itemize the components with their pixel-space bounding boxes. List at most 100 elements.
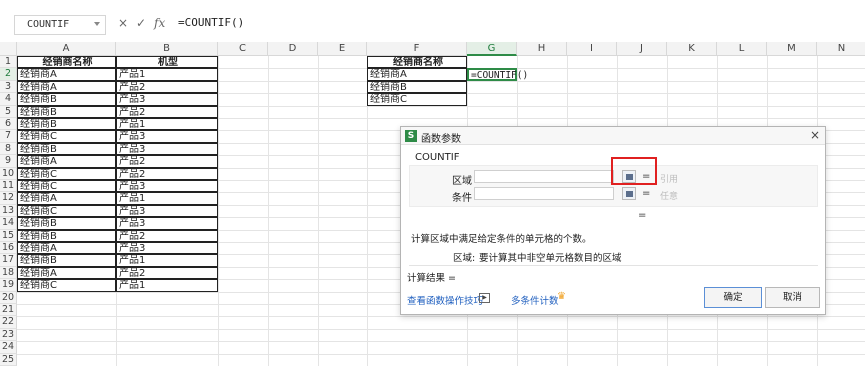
dealer-cell[interactable]: 经销商B — [17, 217, 116, 230]
model-cell[interactable]: 产品1 — [116, 279, 218, 292]
column-header-k[interactable]: K — [667, 42, 717, 56]
row-header-3[interactable]: 3 — [0, 80, 17, 94]
model-cell[interactable]: 产品3 — [116, 180, 218, 193]
criteria-input[interactable] — [474, 187, 614, 200]
column-header-h[interactable]: H — [517, 42, 567, 56]
summary-dealer-cell[interactable]: 经销商A — [367, 68, 467, 81]
row-header-9[interactable]: 9 — [0, 155, 17, 168]
row-header-1[interactable]: 1 — [0, 56, 17, 69]
model-cell[interactable]: 产品3 — [116, 142, 218, 156]
dealer-cell[interactable]: 经销商B — [17, 142, 116, 156]
name-box[interactable]: COUNTIF — [14, 15, 106, 35]
column-header-a[interactable]: A — [17, 42, 116, 56]
cancel-icon[interactable]: × — [118, 16, 128, 30]
column-header-d[interactable]: D — [268, 42, 318, 56]
model-cell[interactable]: 产品2 — [116, 167, 218, 180]
dealer-cell[interactable]: 经销商A — [17, 68, 116, 81]
multi-condition-count-link[interactable]: 多条件计数 — [511, 293, 559, 307]
row-header-17[interactable]: 17 — [0, 254, 17, 267]
row-header-19[interactable]: 19 — [0, 279, 17, 292]
column-header-c[interactable]: C — [218, 42, 268, 56]
dealer-cell[interactable]: 经销商A — [17, 192, 116, 205]
row-header-4[interactable]: 4 — [0, 93, 17, 106]
model-cell[interactable]: 产品1 — [116, 254, 218, 267]
column-header-j[interactable]: J — [617, 42, 667, 56]
model-cell[interactable]: 产品3 — [116, 217, 218, 230]
chevron-down-icon[interactable] — [94, 22, 100, 26]
row-header-22[interactable]: 22 — [0, 316, 17, 329]
dealer-cell[interactable]: 经销商B — [17, 229, 116, 242]
function-tips-link[interactable]: 查看函数操作技巧 — [407, 293, 483, 307]
summary-dealer-cell[interactable]: 经销商B — [367, 80, 467, 94]
row-header-8[interactable]: 8 — [0, 142, 17, 156]
model-cell[interactable]: 产品3 — [116, 130, 218, 143]
row-header-14[interactable]: 14 — [0, 217, 17, 230]
summary-dealer-cell[interactable]: 经销商C — [367, 93, 467, 106]
row-header-6[interactable]: 6 — [0, 118, 17, 131]
column-header-n[interactable]: N — [817, 42, 865, 56]
dealer-cell[interactable]: 经销商C — [17, 167, 116, 180]
dealer-cell[interactable]: 经销商C — [17, 180, 116, 193]
dealer-cell[interactable]: 经销商A — [17, 155, 116, 168]
dealer-cell[interactable]: 经销商B — [17, 118, 116, 131]
range-input[interactable] — [474, 170, 614, 183]
column-header-g[interactable]: G — [467, 42, 517, 56]
column-header-b[interactable]: B — [116, 42, 218, 56]
dealer-cell[interactable]: 经销商C — [17, 204, 116, 218]
dealer-cell[interactable]: 经销商B — [17, 105, 116, 118]
dealer-cell[interactable]: 经销商C — [17, 279, 116, 292]
dealer-cell[interactable]: 经销商A — [17, 242, 116, 255]
row-header-16[interactable]: 16 — [0, 242, 17, 255]
column-header-i[interactable]: I — [567, 42, 617, 56]
model-cell[interactable]: 产品2 — [116, 229, 218, 242]
dealer-cell[interactable]: 经销商B — [17, 254, 116, 267]
formula-input[interactable]: =COUNTIF() — [178, 16, 244, 29]
column-header-l[interactable]: L — [717, 42, 767, 56]
dealer-cell[interactable]: 经销商A — [17, 266, 116, 280]
model-cell[interactable]: 产品2 — [116, 266, 218, 280]
row-header-20[interactable]: 20 — [0, 291, 17, 304]
model-cell[interactable]: 产品1 — [116, 68, 218, 81]
row-header-2[interactable]: 2 — [0, 68, 17, 81]
model-cell[interactable]: 产品1 — [116, 118, 218, 131]
row-header-21[interactable]: 21 — [0, 304, 17, 317]
row-header-10[interactable]: 10 — [0, 167, 17, 180]
column-header-e[interactable]: E — [318, 42, 367, 56]
insert-function-icon[interactable]: fx — [154, 16, 165, 30]
dialog-titlebar[interactable]: S 函数参数 × — [401, 127, 825, 145]
row-header-23[interactable]: 23 — [0, 328, 17, 342]
select-all-corner[interactable] — [0, 42, 17, 56]
close-icon[interactable]: × — [810, 128, 820, 142]
column-header-f[interactable]: F — [367, 42, 467, 56]
row-header-5[interactable]: 5 — [0, 105, 17, 118]
row-header-13[interactable]: 13 — [0, 204, 17, 218]
summary-header-dealer[interactable]: 经销商名称 — [367, 56, 467, 69]
dealer-cell[interactable]: 经销商A — [17, 80, 116, 94]
table-header-dealer[interactable]: 经销商名称 — [17, 56, 116, 69]
dealer-cell[interactable]: 经销商B — [17, 93, 116, 106]
row-header-7[interactable]: 7 — [0, 130, 17, 143]
row-header-24[interactable]: 24 — [0, 341, 17, 354]
cancel-button[interactable]: 取消 — [765, 287, 820, 308]
confirm-icon[interactable]: ✓ — [136, 16, 146, 30]
row-header-11[interactable]: 11 — [0, 180, 17, 193]
formula-bar: COUNTIF × ✓ fx =COUNTIF() — [0, 0, 865, 42]
model-cell[interactable]: 产品3 — [116, 242, 218, 255]
model-cell[interactable]: 产品2 — [116, 105, 218, 118]
model-cell[interactable]: 产品3 — [116, 93, 218, 106]
row-header-15[interactable]: 15 — [0, 229, 17, 242]
model-cell[interactable]: 产品2 — [116, 155, 218, 168]
active-cell[interactable]: =COUNTIF() — [467, 68, 528, 81]
row-header-18[interactable]: 18 — [0, 266, 17, 280]
model-cell[interactable]: 产品1 — [116, 192, 218, 205]
model-cell[interactable]: 产品3 — [116, 204, 218, 218]
video-play-icon[interactable]: ▶ — [479, 293, 490, 303]
dealer-cell[interactable]: 经销商C — [17, 130, 116, 143]
column-header-m[interactable]: M — [767, 42, 817, 56]
model-cell[interactable]: 产品2 — [116, 80, 218, 94]
row-header-25[interactable]: 25 — [0, 353, 17, 366]
criteria-select-icon[interactable] — [622, 187, 636, 200]
row-header-12[interactable]: 12 — [0, 192, 17, 205]
ok-button[interactable]: 确定 — [704, 287, 762, 308]
table-header-model[interactable]: 机型 — [116, 56, 218, 69]
